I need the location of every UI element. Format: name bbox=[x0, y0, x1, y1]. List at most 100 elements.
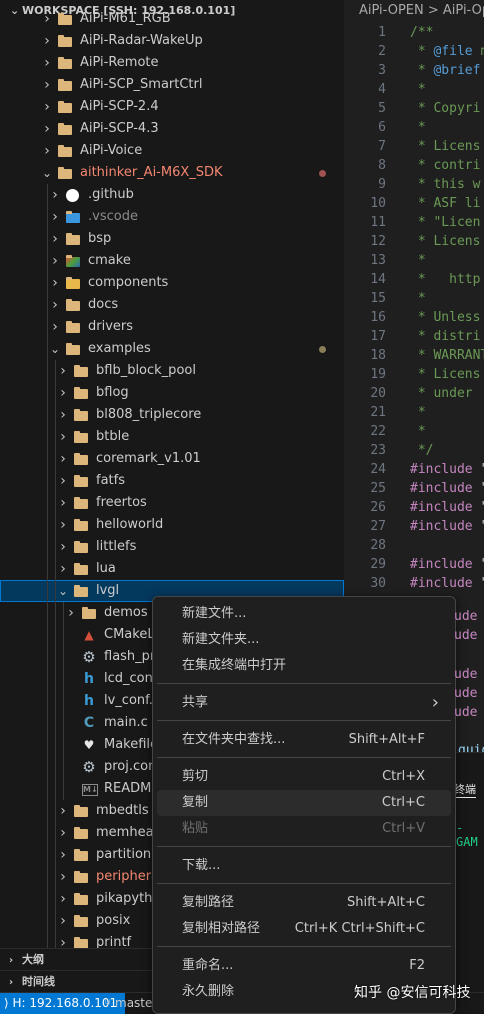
chevron-right-icon[interactable]: › bbox=[56, 888, 70, 910]
chevron-right-icon[interactable]: › bbox=[40, 74, 54, 96]
chevron-right-icon[interactable]: › bbox=[56, 514, 70, 536]
line-number: 9 bbox=[378, 177, 386, 192]
menu-item-find-in-folder[interactable]: 在文件夹中查找... Shift+Alt+F bbox=[157, 727, 451, 753]
indent-guide bbox=[47, 668, 48, 690]
tree-item[interactable]: › bsp bbox=[0, 228, 344, 250]
menu-item-label: 在文件夹中查找... bbox=[182, 732, 286, 747]
chevron-right-icon[interactable]: › bbox=[48, 294, 62, 316]
tree-item[interactable]: ⌄ examples bbox=[0, 338, 344, 360]
chevron-right-icon[interactable]: › bbox=[40, 8, 54, 30]
chevron-right-icon[interactable]: › bbox=[56, 558, 70, 580]
tree-item[interactable]: › AiPi-Remote bbox=[0, 52, 344, 74]
tab-terminal[interactable]: 终端 bbox=[454, 781, 476, 798]
folder-icon bbox=[74, 563, 88, 575]
chevron-right-icon[interactable]: › bbox=[64, 602, 78, 624]
chevron-right-icon[interactable]: › bbox=[56, 448, 70, 470]
tree-item[interactable]: › bflb_block_pool bbox=[0, 360, 344, 382]
chevron-right-icon[interactable]: › bbox=[40, 52, 54, 74]
tree-item[interactable]: › btble bbox=[0, 426, 344, 448]
tree-item[interactable]: › bl808_triplecore bbox=[0, 404, 344, 426]
line-number: 28 bbox=[370, 538, 386, 553]
tree-item[interactable]: › drivers bbox=[0, 316, 344, 338]
tree-item[interactable]: › AiPi-M61_RGB bbox=[0, 8, 344, 30]
chevron-right-icon[interactable]: › bbox=[40, 96, 54, 118]
folder-icon bbox=[74, 497, 88, 509]
code-line: * this w bbox=[410, 177, 481, 192]
chevron-right-icon[interactable]: › bbox=[56, 426, 70, 448]
menu-item-copy-path[interactable]: 复制路径 Shift+Alt+C bbox=[157, 890, 451, 916]
tree-item[interactable]: › bflog bbox=[0, 382, 344, 404]
tree-item[interactable]: › lua bbox=[0, 558, 344, 580]
chevron-down-icon[interactable]: ⌄ bbox=[40, 162, 54, 184]
chevron-right-icon[interactable]: › bbox=[56, 382, 70, 404]
code-line: ude " bbox=[454, 686, 478, 701]
tree-item[interactable]: › AiPi-SCP_SmartCtrl bbox=[0, 74, 344, 96]
menu-item-download[interactable]: 下载... bbox=[157, 853, 451, 879]
tree-item[interactable]: › AiPi-Voice bbox=[0, 140, 344, 162]
tree-item[interactable]: › cmake bbox=[0, 250, 344, 272]
menu-item-new-file[interactable]: 新建文件... bbox=[157, 601, 451, 627]
tree-item[interactable]: › fatfs bbox=[0, 470, 344, 492]
code-line: #include " bbox=[410, 462, 484, 477]
chevron-right-icon[interactable]: › bbox=[56, 536, 70, 558]
tree-item[interactable]: › AiPi-SCP-4.3 bbox=[0, 118, 344, 140]
tree-item[interactable]: › helloworld bbox=[0, 514, 344, 536]
chevron-right-icon[interactable]: › bbox=[56, 910, 70, 932]
menu-item-rename[interactable]: 重命名... F2 bbox=[157, 953, 451, 979]
menu-item-label: 在集成终端中打开 bbox=[182, 658, 287, 673]
menu-item-copy[interactable]: 复制 Ctrl+C bbox=[157, 790, 451, 816]
branch-indicator[interactable]: ⑂ maste bbox=[104, 993, 152, 1014]
indent-guide bbox=[55, 646, 56, 668]
chevron-right-icon[interactable]: › bbox=[48, 206, 62, 228]
chevron-right-icon[interactable]: › bbox=[48, 272, 62, 294]
tree-item[interactable]: › AiPi-SCP-2.4 bbox=[0, 96, 344, 118]
tree-item[interactable]: ⌄ aithinker_Ai-M6X_SDK bbox=[0, 162, 344, 184]
chevron-right-icon[interactable]: › bbox=[56, 844, 70, 866]
indent-guide bbox=[47, 602, 48, 624]
tree-item-label: aithinker_Ai-M6X_SDK bbox=[80, 165, 223, 180]
indent-guide bbox=[47, 536, 48, 558]
chevron-down-icon[interactable]: ⌄ bbox=[56, 580, 70, 602]
chevron-right-icon[interactable]: › bbox=[48, 184, 62, 206]
chevron-right-icon[interactable]: › bbox=[56, 492, 70, 514]
indent-guide bbox=[47, 580, 48, 602]
chevron-right-icon[interactable]: › bbox=[56, 866, 70, 888]
tree-item[interactable]: › AiPi-Radar-WakeUp bbox=[0, 30, 344, 52]
chevron-right-icon[interactable]: › bbox=[56, 360, 70, 382]
tree-item[interactable]: › docs bbox=[0, 294, 344, 316]
folder-icon bbox=[58, 35, 72, 47]
tree-item[interactable]: › coremark_v1.01 bbox=[0, 448, 344, 470]
tree-item[interactable]: › .github bbox=[0, 184, 344, 206]
menu-item-share[interactable]: 共享 › bbox=[157, 690, 451, 716]
breadcrumb[interactable]: AiPi-OPEN > AiPi-Open bbox=[344, 0, 484, 22]
code-line: * Unless bbox=[410, 310, 481, 325]
menu-item-cut[interactable]: 剪切 Ctrl+X bbox=[157, 764, 451, 790]
chevron-right-icon[interactable]: › bbox=[56, 404, 70, 426]
tree-item[interactable]: › littlefs bbox=[0, 536, 344, 558]
code-line: #include " bbox=[410, 500, 484, 515]
chevron-right-icon[interactable]: › bbox=[40, 140, 54, 162]
menu-item-label: 新建文件夹... bbox=[182, 632, 260, 647]
chevron-right-icon[interactable]: › bbox=[56, 822, 70, 844]
menu-item-open-in-terminal[interactable]: 在集成终端中打开 bbox=[157, 653, 451, 679]
tree-item[interactable]: › .vscode bbox=[0, 206, 344, 228]
tree-item[interactable]: › freertos bbox=[0, 492, 344, 514]
chevron-right-icon[interactable]: › bbox=[40, 30, 54, 52]
indent-guide bbox=[55, 690, 56, 712]
chevron-right-icon[interactable]: › bbox=[56, 470, 70, 492]
chevron-right-icon: › bbox=[431, 692, 439, 713]
watermark: 知乎 @安信可科技 bbox=[354, 985, 471, 1001]
chevron-right-icon[interactable]: › bbox=[48, 316, 62, 338]
chevron-right-icon[interactable]: › bbox=[40, 118, 54, 140]
line-number: 21 bbox=[370, 405, 386, 420]
chevron-right-icon[interactable]: › bbox=[48, 250, 62, 272]
chevron-down-icon[interactable]: ⌄ bbox=[48, 338, 62, 360]
chevron-right-icon[interactable]: › bbox=[56, 800, 70, 822]
menu-item-copy-relative-path[interactable]: 复制相对路径 Ctrl+K Ctrl+Shift+C bbox=[157, 916, 451, 942]
folder-icon bbox=[82, 607, 96, 619]
tree-item[interactable]: › components bbox=[0, 272, 344, 294]
folder-icon bbox=[58, 13, 72, 25]
code-line: * Licens bbox=[410, 139, 481, 154]
chevron-right-icon[interactable]: › bbox=[48, 228, 62, 250]
menu-item-new-folder[interactable]: 新建文件夹... bbox=[157, 627, 451, 653]
